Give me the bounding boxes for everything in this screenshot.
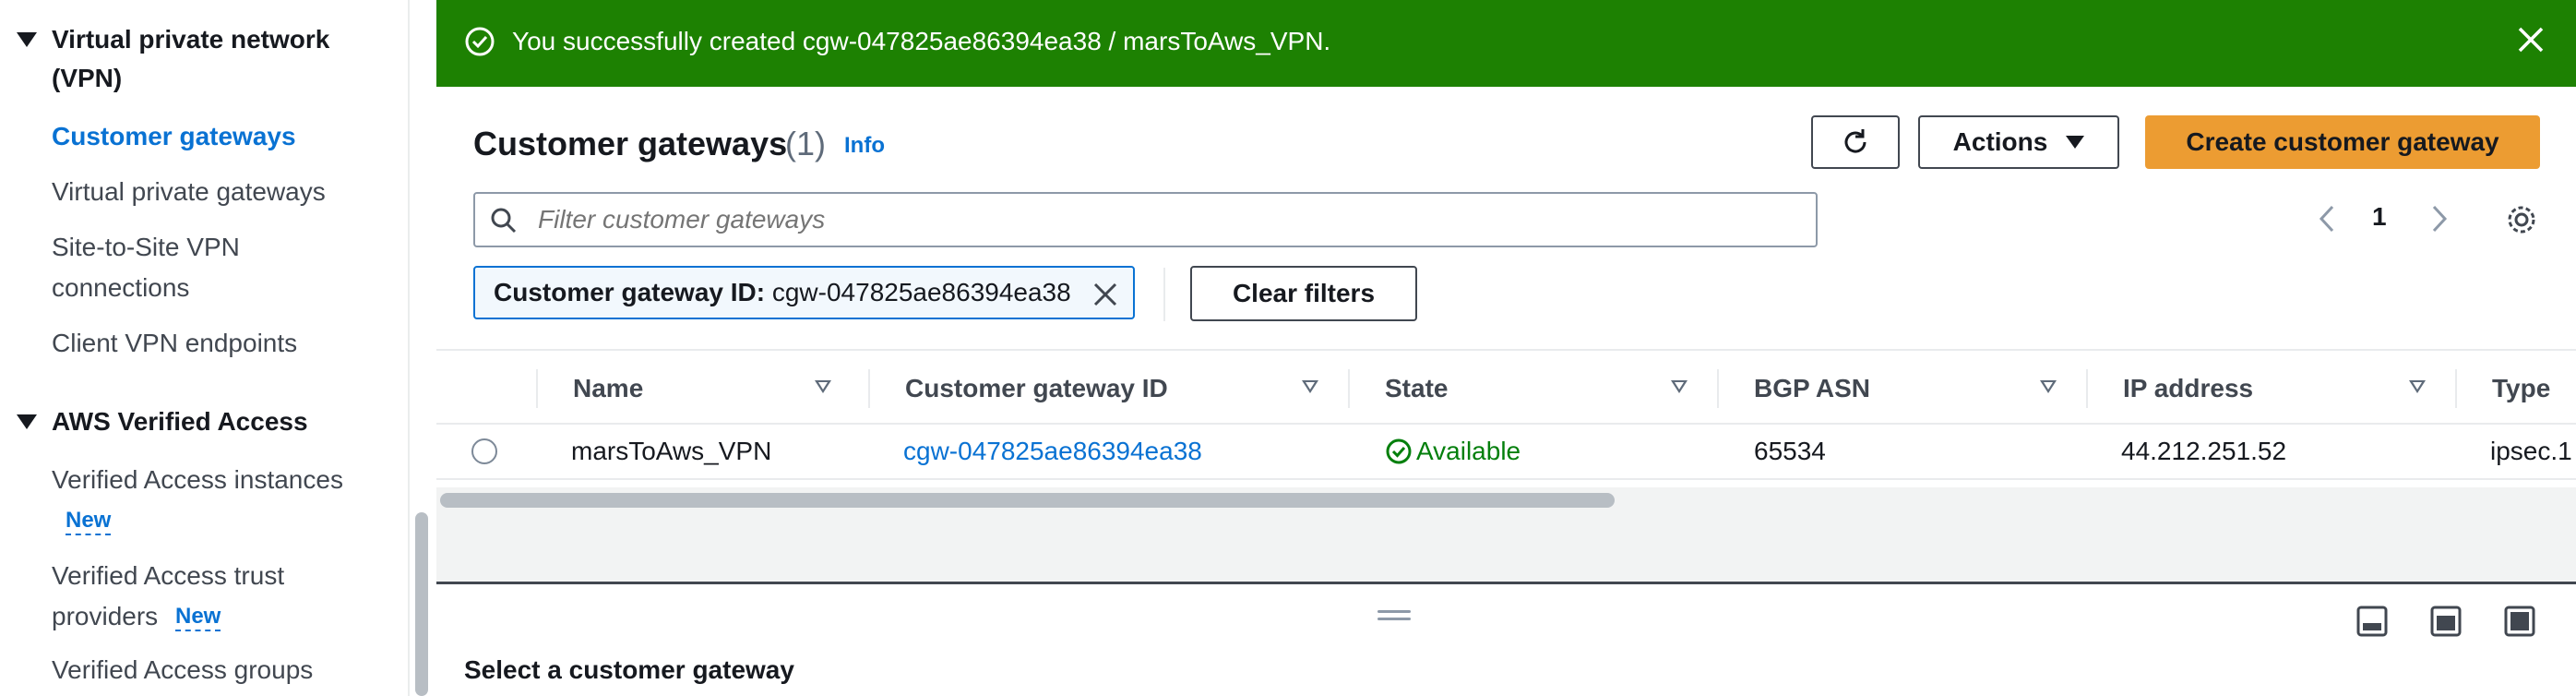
close-icon[interactable]: [2515, 24, 2546, 55]
sidebar-item-verified-access-instances[interactable]: Verified Access instances: [52, 460, 343, 500]
content-background: [436, 510, 2576, 582]
sidebar-scrollbar[interactable]: [415, 512, 428, 696]
cell-state: Available: [1385, 436, 1521, 467]
caret-down-icon: [17, 32, 37, 47]
column-header-type[interactable]: Type: [2492, 373, 2550, 404]
column-header-ip-address[interactable]: IP address: [2123, 373, 2253, 404]
vpn-section-header[interactable]: Virtual private network (VPN): [17, 20, 365, 98]
drag-handle-icon[interactable]: [1377, 610, 1411, 621]
filter-search[interactable]: [473, 192, 1818, 247]
column-header-customer-gateway-id[interactable]: Customer gateway ID: [905, 373, 1168, 404]
column-divider: [1348, 369, 1350, 408]
split-panel-title: Select a customer gateway: [464, 655, 794, 684]
cell-type: ipsec.1: [2490, 437, 2572, 465]
sort-icon[interactable]: [2409, 380, 2426, 393]
vpn-section-label: Virtual private network (VPN): [52, 25, 330, 92]
current-page-number[interactable]: 1: [2372, 201, 2387, 233]
status-success-icon: [1386, 438, 1412, 464]
column-header-state[interactable]: State: [1385, 373, 1448, 404]
sidebar-item-verified-access-groups[interactable]: Verified Access groups: [52, 650, 313, 690]
cell-customer-gateway-id-link[interactable]: cgw-047825ae86394ea38: [903, 436, 1202, 467]
caret-down-icon: [17, 414, 37, 429]
ava-section-label: AWS Verified Access: [52, 407, 308, 436]
success-check-icon: [465, 27, 495, 56]
page-title: Customer gateways: [473, 125, 788, 162]
item-count: (1): [785, 125, 826, 162]
sort-icon[interactable]: [1671, 380, 1688, 393]
cell-ip-address: 44.212.251.52: [2121, 437, 2287, 465]
sidebar-item-customer-gateways[interactable]: Customer gateways: [52, 116, 296, 157]
refresh-button[interactable]: [1811, 115, 1900, 169]
table-row[interactable]: marsToAws_VPN cgw-047825ae86394ea38 Avai…: [436, 425, 2576, 480]
info-link[interactable]: Info: [844, 132, 885, 160]
chevron-right-icon[interactable]: [2425, 203, 2452, 234]
row-select-radio[interactable]: [471, 438, 497, 464]
create-customer-gateway-button[interactable]: Create customer gateway: [2145, 115, 2540, 169]
chevron-left-icon[interactable]: [2314, 203, 2342, 234]
success-flash-bar: You successfully created cgw-047825ae863…: [436, 0, 2576, 87]
new-badge[interactable]: New: [175, 604, 221, 631]
cell-bgp-asn: 65534: [1754, 437, 1826, 465]
column-header-name[interactable]: Name: [573, 373, 643, 404]
close-icon[interactable]: [1091, 281, 1119, 308]
flash-message: You successfully created cgw-047825ae863…: [512, 27, 1331, 55]
column-divider: [1717, 369, 1719, 408]
panel-side-icon[interactable]: [2429, 605, 2463, 638]
search-icon: [491, 208, 517, 234]
side-navigation: Virtual private network (VPN) Customer g…: [0, 0, 410, 696]
actions-button[interactable]: Actions: [1918, 115, 2119, 169]
sort-icon[interactable]: [815, 380, 831, 393]
divider: [1163, 268, 1165, 321]
status-text: Available: [1416, 437, 1521, 465]
customer-gateways-table-container: Customer gateways (1) Info Actions Creat…: [436, 87, 2576, 513]
filter-token-key: Customer gateway ID:: [494, 278, 766, 306]
ava-section-header[interactable]: AWS Verified Access: [17, 402, 308, 441]
filter-token: Customer gateway ID: cgw-047825ae86394ea…: [473, 266, 1135, 319]
refresh-icon: [1844, 129, 1866, 153]
caret-down-icon: [2066, 136, 2085, 149]
table-header: Name Customer gateway ID State BGP ASN I…: [436, 349, 2576, 425]
clear-filters-button[interactable]: Clear filters: [1190, 266, 1417, 321]
column-header-bgp-asn[interactable]: BGP ASN: [1754, 373, 1870, 404]
sidebar-item-site-to-site-vpn[interactable]: Site-to-Site VPN connections: [52, 227, 292, 308]
sort-icon[interactable]: [2040, 380, 2057, 393]
cell-name: marsToAws_VPN: [571, 437, 772, 465]
sidebar-item-virtual-private-gateways[interactable]: Virtual private gateways: [52, 172, 326, 212]
actions-label: Actions: [1952, 127, 2048, 156]
panel-bottom-icon[interactable]: [2355, 605, 2389, 638]
gear-icon[interactable]: [2503, 201, 2540, 238]
column-divider: [868, 369, 870, 408]
sidebar-item-client-vpn-endpoints[interactable]: Client VPN endpoints: [52, 323, 297, 364]
panel-full-icon[interactable]: [2503, 605, 2536, 638]
horizontal-scrollbar[interactable]: [440, 493, 1615, 508]
column-divider: [2086, 369, 2088, 408]
split-panel: Select a customer gateway: [436, 582, 2576, 696]
column-divider: [2455, 369, 2457, 408]
search-input[interactable]: [538, 198, 1802, 242]
new-badge[interactable]: New: [66, 508, 112, 535]
filter-token-value: cgw-047825ae86394ea38: [771, 278, 1071, 306]
column-divider: [536, 369, 538, 408]
sort-icon[interactable]: [1302, 380, 1318, 393]
